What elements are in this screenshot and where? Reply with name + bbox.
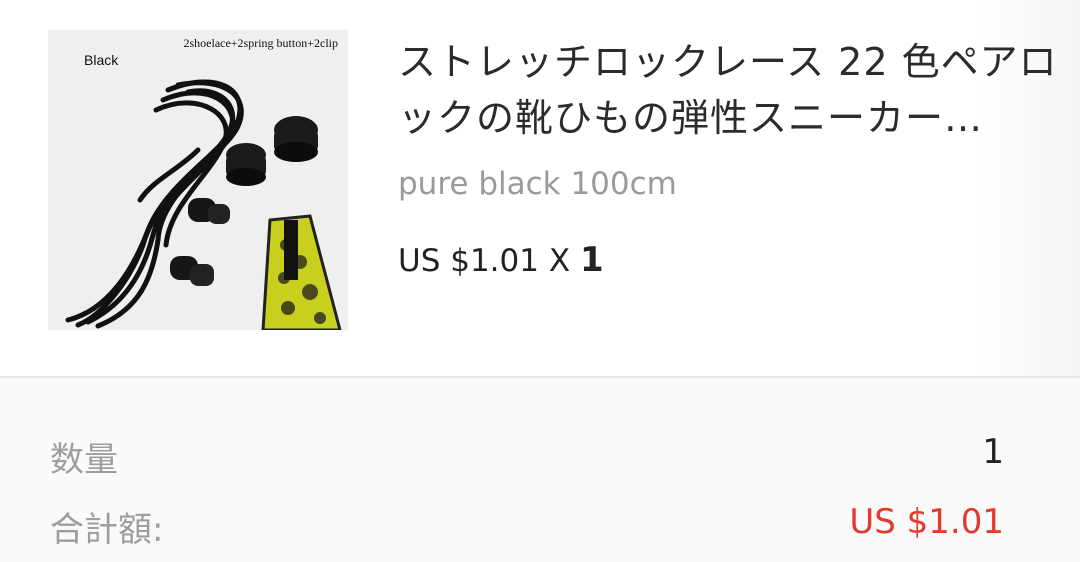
unit-price: US $1.01 xyxy=(398,243,539,279)
item-quantity: 1 xyxy=(579,240,604,280)
unit-price-line: US $1.01 X 1 xyxy=(398,240,604,280)
multiply-sign: X xyxy=(548,243,571,279)
quantity-value: 1 xyxy=(982,432,1004,472)
product-title[interactable]: ストレッチロックレース 22 色ペアロックの靴ひもの弾性スニーカー… xyxy=(398,34,1068,146)
order-item-card[interactable]: Black 2shoelace+2spring button+2clip ストレ… xyxy=(0,0,1080,376)
shoelace-product-image xyxy=(65,79,342,330)
image-caption: 2shoelace+2spring button+2clip xyxy=(183,36,338,50)
total-label: 合計額: xyxy=(50,510,164,550)
product-variant: pure black 100cm xyxy=(398,166,677,202)
product-thumbnail[interactable]: Black 2shoelace+2spring button+2clip xyxy=(48,30,348,330)
order-summary: 数量 1 合計額: US $1.01 xyxy=(0,378,1080,562)
quantity-label: 数量 xyxy=(50,440,118,480)
total-price: US $1.01 xyxy=(849,502,1004,542)
image-color-tag: Black xyxy=(84,52,119,68)
